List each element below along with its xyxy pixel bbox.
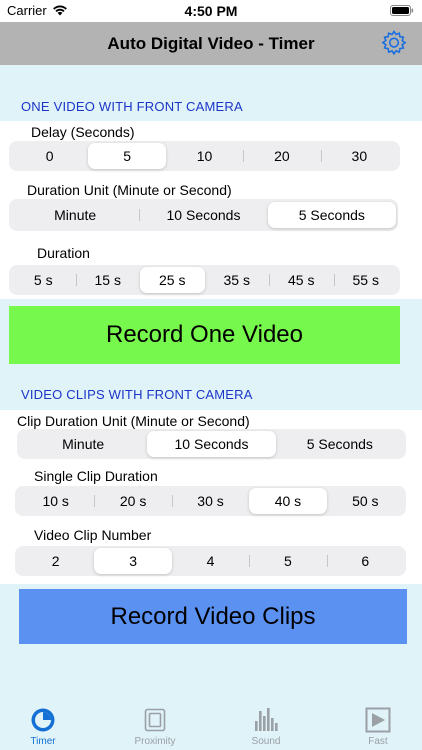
duration-option-55s[interactable]: 55 s [333, 267, 399, 293]
clip-number-option-3[interactable]: 3 [94, 548, 172, 574]
duration-unit-option-5-seconds[interactable]: 5 Seconds [267, 202, 396, 228]
delay-label: Delay (Seconds) [31, 124, 135, 140]
delay-option-10[interactable]: 10 [166, 143, 243, 169]
timer-icon [31, 708, 55, 732]
clip-unit-option-10-seconds[interactable]: 10 Seconds [147, 431, 276, 457]
duration-option-15s[interactable]: 15 s [75, 267, 141, 293]
proximity-icon [144, 708, 166, 732]
single-clip-duration-segmented-control[interactable]: 10 s 20 s 30 s 40 s 50 s [15, 486, 406, 516]
delay-segmented-control[interactable]: 0 5 10 20 30 [9, 141, 400, 171]
clip-unit-option-minute[interactable]: Minute [19, 431, 147, 457]
clip-duration-option-50s[interactable]: 50 s [327, 488, 404, 514]
delay-option-5[interactable]: 5 [88, 143, 166, 169]
record-one-video-button[interactable]: Record One Video [9, 306, 400, 364]
clip-duration-option-30s[interactable]: 30 s [171, 488, 249, 514]
duration-unit-option-10-seconds[interactable]: 10 Seconds [139, 202, 267, 228]
duration-option-25s[interactable]: 25 s [140, 267, 205, 293]
clip-duration-option-40s[interactable]: 40 s [249, 488, 327, 514]
gear-icon[interactable] [380, 29, 408, 57]
status-bar: Carrier 4:50 PM [0, 0, 422, 22]
delay-option-30[interactable]: 30 [320, 143, 398, 169]
tab-label-fast: Fast [368, 736, 388, 747]
clip-duration-unit-segmented-control[interactable]: Minute 10 Seconds 5 Seconds [17, 429, 406, 459]
tab-bar: Timer Proximity Sound Fast [0, 700, 422, 750]
duration-unit-option-minute[interactable]: Minute [11, 202, 139, 228]
tab-label-proximity: Proximity [134, 736, 176, 747]
nav-bar: Auto Digital Video - Timer [0, 22, 422, 65]
record-video-clips-button[interactable]: Record Video Clips [19, 589, 407, 644]
single-clip-duration-label: Single Clip Duration [34, 468, 158, 484]
clip-duration-option-20s[interactable]: 20 s [94, 488, 171, 514]
duration-segmented-control[interactable]: 5 s 15 s 25 s 35 s 45 s 55 s [9, 265, 400, 295]
clip-number-option-4[interactable]: 4 [172, 548, 249, 574]
clip-number-option-5[interactable]: 5 [249, 548, 326, 574]
tab-label-timer: Timer [30, 736, 56, 747]
duration-unit-label: Duration Unit (Minute or Second) [27, 182, 232, 198]
section-header-video-clips: VIDEO CLIPS WITH FRONT CAMERA [21, 387, 253, 402]
tab-proximity[interactable]: Proximity [115, 700, 195, 750]
delay-option-0[interactable]: 0 [11, 143, 88, 169]
battery-icon [390, 5, 414, 16]
clip-number-option-6[interactable]: 6 [326, 548, 404, 574]
duration-unit-segmented-control[interactable]: Minute 10 Seconds 5 Seconds [9, 199, 398, 231]
duration-label: Duration [37, 245, 90, 261]
clip-unit-option-5-seconds[interactable]: 5 Seconds [276, 431, 404, 457]
duration-option-35s[interactable]: 35 s [205, 267, 270, 293]
tab-timer[interactable]: Timer [3, 700, 83, 750]
video-clip-number-label: Video Clip Number [34, 527, 152, 543]
sound-icon [255, 708, 278, 731]
tab-label-sound: Sound [251, 736, 281, 747]
clip-duration-option-10s[interactable]: 10 s [17, 488, 94, 514]
tab-fast[interactable]: Fast [338, 700, 418, 750]
video-clip-number-segmented-control[interactable]: 2 3 4 5 6 [15, 546, 406, 576]
status-time: 4:50 PM [184, 3, 238, 19]
duration-option-5s[interactable]: 5 s [11, 267, 76, 293]
duration-option-45s[interactable]: 45 s [269, 267, 334, 293]
delay-option-20[interactable]: 20 [243, 143, 320, 169]
page-title: Auto Digital Video - Timer [107, 34, 315, 53]
clip-number-option-2[interactable]: 2 [17, 548, 94, 574]
tab-sound[interactable]: Sound [226, 700, 306, 750]
section-header-one-video: ONE VIDEO WITH FRONT CAMERA [21, 99, 243, 114]
clip-duration-unit-label: Clip Duration Unit (Minute or Second) [17, 413, 250, 429]
fast-icon [365, 707, 391, 733]
